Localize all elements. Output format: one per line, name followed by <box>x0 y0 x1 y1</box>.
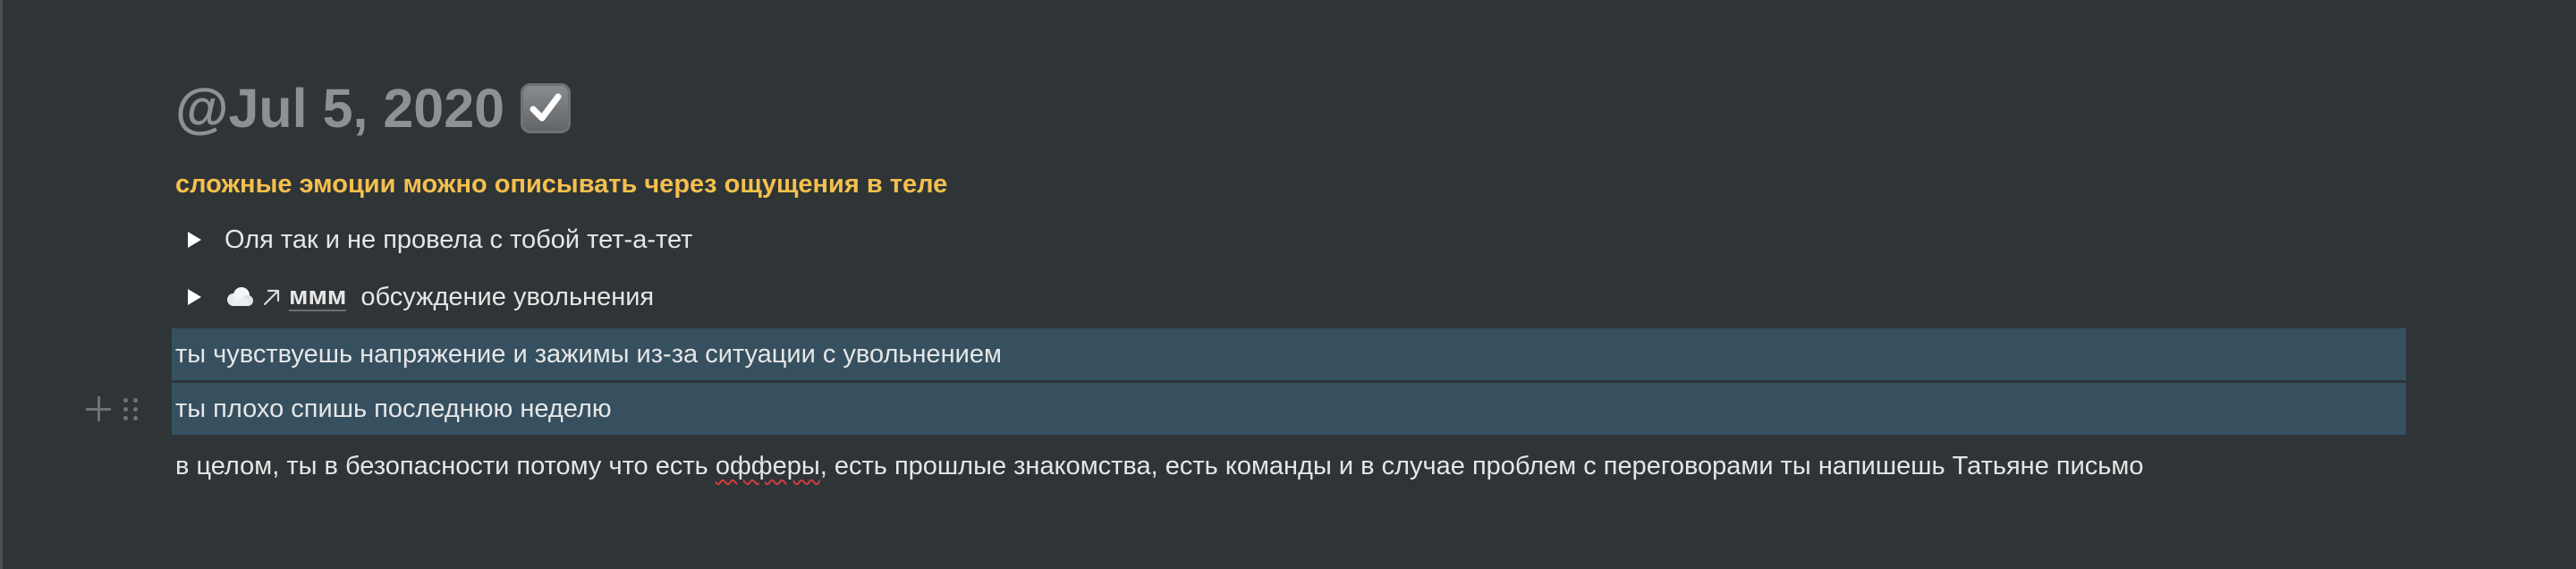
highlight-text: сложные эмоции можно описывать через ощу… <box>175 169 948 199</box>
paragraph-text-end: , есть прошлые знакомства, есть команды … <box>819 451 2144 480</box>
arrow-north-east-icon <box>260 285 284 309</box>
block-text: ты чувствуешь напряжение и зажимы из-за … <box>175 339 1002 369</box>
toggle-block[interactable]: Оля так и не провела с тобой тет-а-тет <box>175 211 2406 268</box>
toggle-block[interactable]: ммм обсуждение увольнения <box>175 268 2406 326</box>
paragraph-text-start: в целом, ты в безопасности потому что ес… <box>175 451 716 480</box>
selected-text-block[interactable]: ты плохо спишь последнюю неделю <box>86 383 2406 435</box>
page-mention[interactable]: ммм <box>225 283 360 311</box>
window-edge <box>0 0 3 569</box>
highlight-text-block[interactable]: сложные эмоции можно описывать через ощу… <box>175 157 2406 211</box>
misspelled-word[interactable]: офферы <box>716 452 820 481</box>
drag-handle-icon[interactable] <box>123 397 138 420</box>
block-handle <box>86 396 138 421</box>
mention-label[interactable]: ммм <box>289 283 347 311</box>
page-title-text[interactable]: @Jul 5, 2020 <box>175 77 504 140</box>
check-mark-button-icon[interactable] <box>521 83 572 133</box>
page-content: @Jul 5, 2020 сложные эмоции можно описыв… <box>86 70 2406 495</box>
selected-text-block[interactable]: ты чувствуешь напряжение и зажимы из-за … <box>172 328 2406 380</box>
page-title[interactable]: @Jul 5, 2020 <box>175 70 2406 147</box>
toggle-triangle-icon[interactable] <box>188 289 201 305</box>
toggle-label: обсуждение увольнения <box>360 282 655 311</box>
cloud-icon <box>225 286 255 308</box>
text-block[interactable]: в целом, ты в безопасности потому что ес… <box>175 437 2406 495</box>
add-block-plus-icon[interactable] <box>86 396 111 421</box>
block-text: ты плохо спишь последнюю неделю <box>175 394 612 423</box>
toggle-triangle-icon[interactable] <box>188 232 201 248</box>
toggle-label: Оля так и не провела с тобой тет-а-тет <box>225 225 693 254</box>
